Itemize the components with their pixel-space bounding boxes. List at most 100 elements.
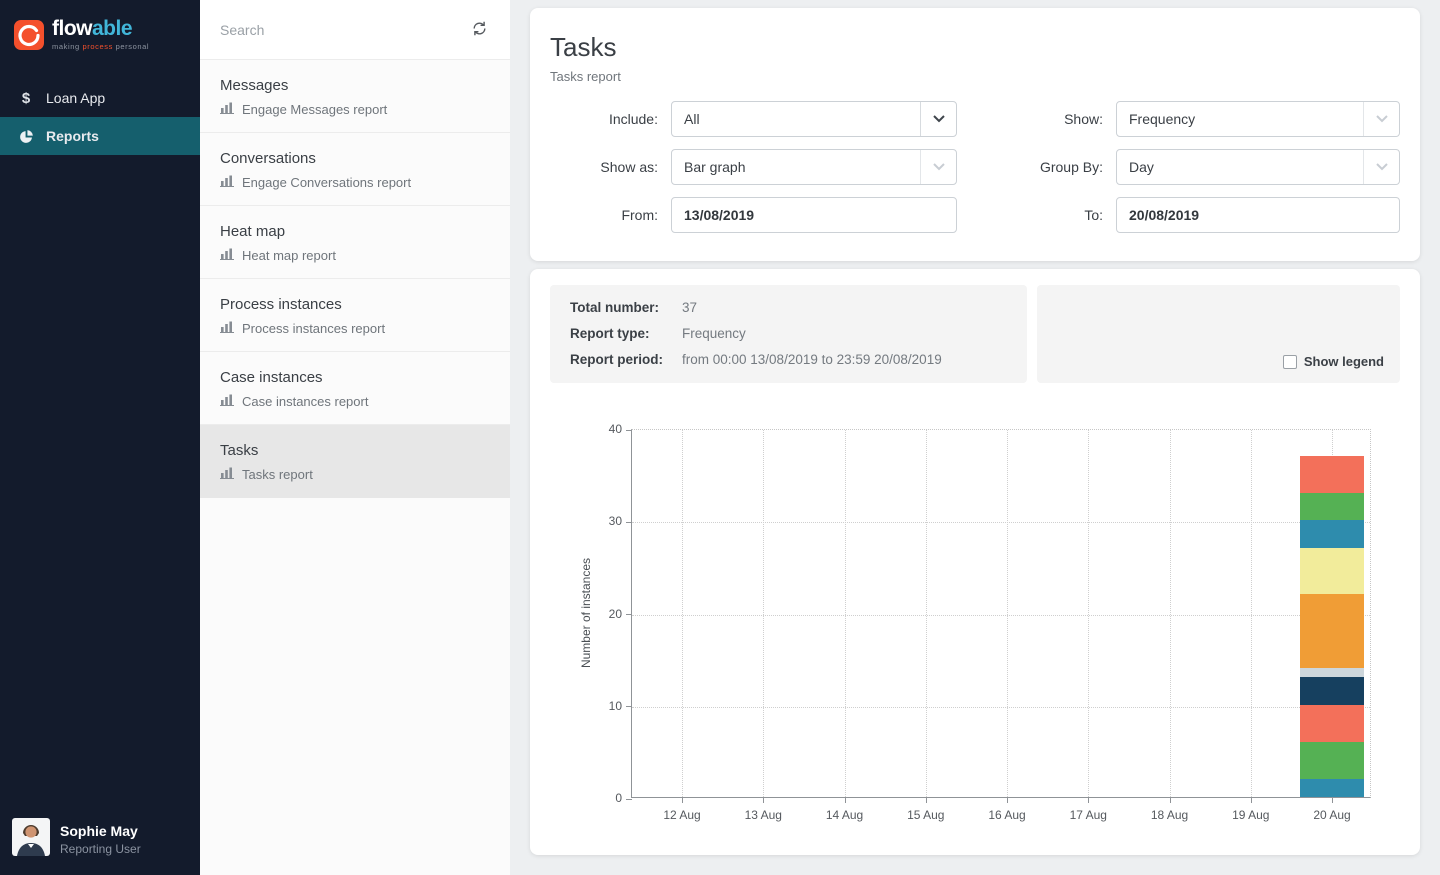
group-by-label: Group By: (1015, 159, 1103, 175)
bar-segment (1300, 456, 1364, 493)
to-label: To: (1015, 207, 1103, 223)
report-card: Total number: 37 Report type: Frequency … (530, 269, 1420, 855)
report-item-title: Conversations (220, 150, 490, 167)
show-legend-toggle[interactable]: Show legend (1283, 354, 1384, 369)
x-tick-label: 16 Aug (967, 808, 1047, 822)
list-item-case-instances[interactable]: Case instances Case instances report (200, 352, 510, 425)
search-input[interactable] (220, 22, 469, 38)
app-logo: flowable making process personal (0, 0, 200, 65)
show-legend-label: Show legend (1304, 354, 1384, 369)
plot-area: 01020304012 Aug13 Aug14 Aug15 Aug16 Aug1… (631, 429, 1371, 798)
y-tick-mark (626, 799, 632, 800)
show-as-select[interactable]: Bar graph (671, 149, 957, 185)
filters-left-column: Include: All Show as: Bar graph From: (550, 101, 957, 233)
bar-chart-icon (220, 248, 234, 263)
app-window: flowable making process personal $ Loan … (0, 0, 1440, 875)
group-by-value: Day (1129, 159, 1363, 175)
y-tick-mark (626, 706, 632, 707)
bar-segment (1300, 705, 1364, 742)
stacked-bar (1300, 456, 1364, 797)
x-tick-mark (1332, 797, 1333, 803)
x-tick-label: 15 Aug (886, 808, 966, 822)
v-gridline (1170, 430, 1171, 797)
list-item-heat-map[interactable]: Heat map Heat map report (200, 206, 510, 279)
report-item-subtitle: Case instances report (242, 394, 368, 409)
sidebar-item-loan-app[interactable]: $ Loan App (0, 79, 200, 117)
x-tick-mark (926, 797, 927, 803)
bar-segment (1300, 677, 1364, 705)
bar-chart-icon (220, 467, 234, 482)
search-bar (200, 0, 510, 60)
y-tick-mark (626, 522, 632, 523)
bar-segment (1300, 668, 1364, 677)
report-item-subtitle: Engage Conversations report (242, 175, 411, 190)
x-tick-label: 19 Aug (1211, 808, 1291, 822)
user-role: Reporting User (60, 842, 141, 856)
x-tick-mark (682, 797, 683, 803)
report-summary: Total number: 37 Report type: Frequency … (550, 285, 1027, 383)
filters: Include: All Show as: Bar graph From: Sh… (550, 101, 1400, 233)
show-value: Frequency (1129, 111, 1363, 127)
include-value: All (684, 111, 920, 127)
user-profile[interactable]: Sophie May Reporting User (0, 806, 200, 875)
brand-tagline: making process personal (52, 42, 149, 51)
list-item-messages[interactable]: Messages Engage Messages report (200, 60, 510, 133)
brand-name: flowable (52, 18, 149, 39)
list-item-conversations[interactable]: Conversations Engage Conversations repor… (200, 133, 510, 206)
user-name: Sophie May (60, 823, 141, 839)
y-tick-label: 0 (584, 791, 622, 805)
report-item-subtitle: Tasks report (242, 467, 313, 482)
chevron-down-icon (1363, 102, 1399, 136)
x-tick-mark (1251, 797, 1252, 803)
report-item-subtitle-row: Process instances report (220, 321, 490, 336)
show-select[interactable]: Frequency (1116, 101, 1400, 137)
bar-chart-icon (220, 102, 234, 117)
flowable-logo-icon (14, 20, 44, 50)
report-item-title: Process instances (220, 296, 490, 313)
list-item-tasks[interactable]: Tasks Tasks report (200, 425, 510, 498)
to-date-input[interactable] (1116, 197, 1400, 233)
x-tick-mark (763, 797, 764, 803)
x-tick-mark (1170, 797, 1171, 803)
sidebar-item-reports[interactable]: Reports (0, 117, 200, 155)
from-date-input[interactable] (671, 197, 957, 233)
total-number-value: 37 (682, 295, 1007, 321)
include-select[interactable]: All (671, 101, 957, 137)
report-item-subtitle: Engage Messages report (242, 102, 387, 117)
refresh-button[interactable] (469, 18, 490, 42)
bar-segment (1300, 742, 1364, 779)
legend-panel: Show legend (1037, 285, 1400, 383)
y-tick-label: 30 (584, 514, 622, 528)
bar-chart-icon (220, 394, 234, 409)
sidebar: flowable making process personal $ Loan … (0, 0, 200, 875)
x-tick-label: 12 Aug (642, 808, 722, 822)
x-tick-mark (845, 797, 846, 803)
v-gridline (1251, 430, 1252, 797)
page-title: Tasks (550, 32, 1400, 63)
x-tick-label: 14 Aug (805, 808, 885, 822)
from-label: From: (550, 207, 658, 223)
page-subtitle: Tasks report (550, 69, 1400, 84)
v-gridline (1007, 430, 1008, 797)
v-gridline (682, 430, 683, 797)
v-gridline (926, 430, 927, 797)
x-tick-label: 18 Aug (1130, 808, 1210, 822)
chevron-down-icon (920, 150, 956, 184)
group-by-select[interactable]: Day (1116, 149, 1400, 185)
x-tick-label: 17 Aug (1048, 808, 1128, 822)
report-item-subtitle-row: Engage Conversations report (220, 175, 490, 190)
filters-right-column: Show: Frequency Group By: Day To: (1015, 101, 1400, 233)
bar-segment (1300, 493, 1364, 521)
avatar (12, 818, 50, 861)
list-item-process-instances[interactable]: Process instances Process instances repo… (200, 279, 510, 352)
x-tick-label: 13 Aug (723, 808, 803, 822)
v-gridline (763, 430, 764, 797)
report-item-title: Messages (220, 77, 490, 94)
h-gridline (632, 615, 1370, 616)
brand-text: flowable making process personal (52, 18, 149, 51)
v-gridline (845, 430, 846, 797)
report-item-subtitle-row: Tasks report (220, 467, 490, 482)
total-number-label: Total number: (570, 295, 667, 321)
show-legend-checkbox[interactable] (1283, 355, 1297, 369)
report-type-value: Frequency (682, 321, 1007, 347)
